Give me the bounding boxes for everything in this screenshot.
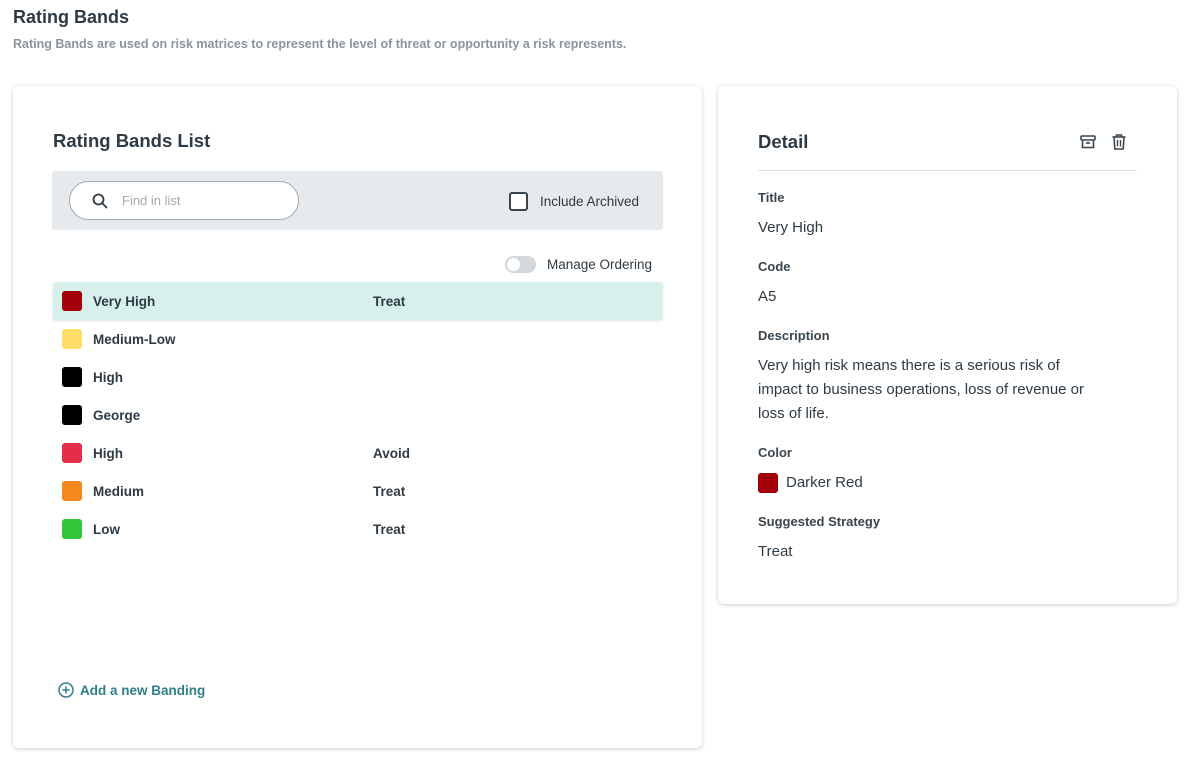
band-row[interactable]: High <box>53 358 663 396</box>
detail-card: Detail Title Very High Code A5 Descripti… <box>718 86 1177 604</box>
search-icon <box>92 193 108 209</box>
include-archived-label: Include Archived <box>540 193 640 209</box>
band-name: George <box>93 407 141 423</box>
toggle-switch[interactable] <box>505 255 536 273</box>
add-banding-button[interactable]: Add a new Banding <box>58 682 205 698</box>
band-color-swatch <box>62 405 82 425</box>
title-label: Title <box>758 190 785 205</box>
band-name: Medium-Low <box>93 331 176 347</box>
band-name: Medium <box>93 483 145 499</box>
strategy-label: Suggested Strategy <box>758 514 881 529</box>
include-archived-checkbox[interactable]: Include Archived <box>509 191 639 211</box>
description-value: Very high risk means there is a serious … <box>758 357 1085 422</box>
band-strategy: Treat <box>373 293 406 309</box>
band-color-swatch <box>62 443 82 463</box>
manage-ordering-label: Manage Ordering <box>547 256 653 272</box>
page-subtitle: Rating Bands are used on risk matrices t… <box>13 37 627 51</box>
band-color-swatch <box>62 329 82 349</box>
search-box[interactable] <box>69 181 299 220</box>
band-color-swatch <box>62 481 82 501</box>
search-bar: Include Archived <box>52 171 663 230</box>
toggle-knob <box>507 257 520 271</box>
band-row[interactable]: Medium Treat <box>53 472 663 510</box>
band-color-swatch <box>62 291 82 311</box>
strategy-value: Treat <box>758 543 793 560</box>
trash-icon[interactable] <box>1110 133 1128 151</box>
band-name: Low <box>93 521 120 537</box>
detail-title: Detail <box>758 131 809 152</box>
manage-ordering-toggle[interactable]: Manage Ordering <box>505 255 652 273</box>
color-name: Darker Red <box>786 474 863 491</box>
band-row[interactable]: Very High Treat <box>53 282 663 320</box>
band-name: High <box>93 369 123 385</box>
detail-actions <box>1079 133 1141 151</box>
title-value: Very High <box>758 219 824 236</box>
color-label: Color <box>758 445 792 460</box>
page-title: Rating Bands <box>13 7 130 27</box>
color-swatch <box>758 473 778 493</box>
band-list: Very High Treat Medium-Low High George High Av… <box>53 282 663 548</box>
band-strategy: Treat <box>373 483 406 499</box>
band-row[interactable]: Low Treat <box>53 510 663 548</box>
checkbox-box[interactable] <box>509 191 528 211</box>
band-row[interactable]: High Avoid <box>53 434 663 472</box>
band-name: High <box>93 445 123 461</box>
plus-circle-icon <box>58 682 74 698</box>
add-banding-label: Add a new Banding <box>80 682 206 698</box>
code-value: A5 <box>758 288 777 305</box>
band-color-swatch <box>62 367 82 387</box>
search-input[interactable] <box>122 191 282 209</box>
band-color-swatch <box>62 519 82 539</box>
band-name: Very High <box>93 293 156 309</box>
band-row[interactable]: Medium-Low <box>53 320 663 358</box>
archive-icon[interactable] <box>1079 133 1097 151</box>
rating-bands-list-card: Rating Bands List Include Archived Manag… <box>13 86 702 748</box>
band-strategy: Avoid <box>373 445 410 461</box>
detail-divider <box>758 170 1137 171</box>
description-label: Description <box>758 328 830 343</box>
code-label: Code <box>758 259 791 274</box>
band-row[interactable]: George <box>53 396 663 434</box>
list-title: Rating Bands List <box>53 130 211 151</box>
color-value: Darker Red <box>758 471 863 495</box>
band-strategy: Treat <box>373 521 406 537</box>
